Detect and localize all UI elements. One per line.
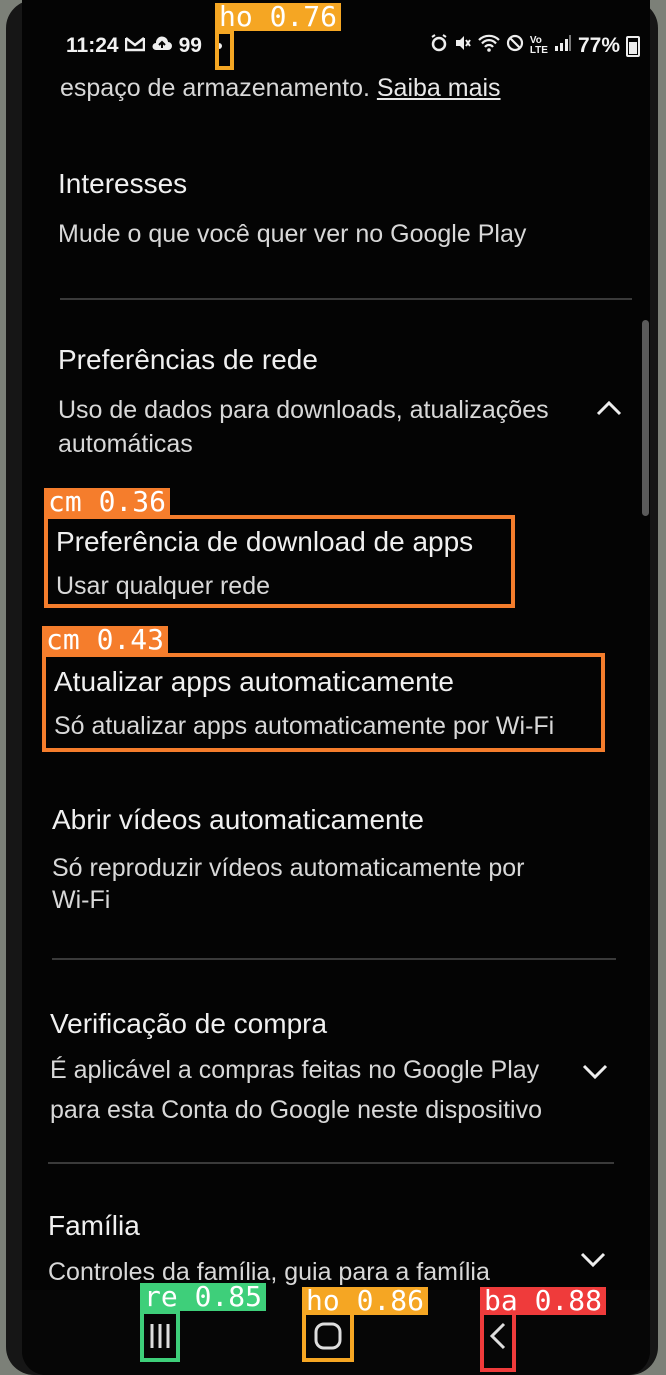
status-bar: 11:24 99 Vo LTE 77% xyxy=(22,34,650,66)
autoplay-videos-subtitle-line1: Só reproduzir vídeos automaticamente por xyxy=(52,854,525,882)
annotation-box-home xyxy=(302,1310,354,1362)
chevron-up-icon[interactable] xyxy=(594,394,624,424)
status-left: 11:24 99 xyxy=(66,34,222,58)
battery-percent: 77% xyxy=(577,34,620,57)
divider xyxy=(60,298,632,300)
purchase-verification-title: Verificação de compra xyxy=(50,1008,328,1039)
chevron-down-icon[interactable] xyxy=(578,1244,608,1274)
status-notification-count: 99 xyxy=(178,34,202,57)
annotation-label: cm 0.36 xyxy=(44,488,171,516)
annotation-box-download-preference xyxy=(44,515,515,608)
storage-text: espaço de armazenamento. xyxy=(60,74,370,102)
dnd-icon xyxy=(506,34,524,58)
storage-text-row: espaço de armazenamento. Saiba mais xyxy=(60,74,501,103)
annotation-box-auto-update xyxy=(42,653,605,752)
alarm-icon xyxy=(430,34,448,58)
divider xyxy=(48,1162,614,1164)
annotation-box-recents xyxy=(140,1310,180,1362)
chevron-down-icon[interactable] xyxy=(580,1056,610,1086)
network-preferences-subtitle-line1: Uso de dados para downloads, atualizaçõe… xyxy=(58,396,549,424)
autoplay-videos-subtitle-line2: Wi-Fi xyxy=(52,886,111,914)
network-preferences-item[interactable]: Preferências de rede Uso de dados para d… xyxy=(58,344,638,464)
cloud-upload-icon xyxy=(151,35,173,57)
family-title: Família xyxy=(48,1210,140,1241)
status-time: 11:24 xyxy=(66,34,119,57)
autoplay-videos-title: Abrir vídeos automaticamente xyxy=(52,804,424,835)
annotation-label: ba 0.88 xyxy=(480,1287,607,1315)
signal-icon xyxy=(554,34,572,58)
status-right: Vo LTE 77% xyxy=(430,34,640,58)
annotation-box-status-dot xyxy=(215,30,234,70)
interests-item[interactable]: Interesses Mude o que você quer ver no G… xyxy=(58,168,618,268)
interests-title: Interesses xyxy=(58,168,188,199)
interests-subtitle: Mude o que você quer ver no Google Play xyxy=(58,220,527,248)
annotation-label: re 0.85 xyxy=(140,1283,267,1311)
annotation-box-back xyxy=(480,1310,516,1372)
scrollbar[interactable] xyxy=(642,320,649,516)
annotation-label: cm 0.43 xyxy=(42,626,169,654)
annotation-label: ho 0.86 xyxy=(302,1287,429,1315)
gmail-icon xyxy=(124,36,145,57)
battery-icon xyxy=(626,35,640,57)
mute-icon xyxy=(454,34,472,58)
purchase-verification-subtitle-line1: É aplicável a compras feitas no Google P… xyxy=(50,1056,540,1084)
network-preferences-subtitle-line2: automáticas xyxy=(58,430,193,458)
wifi-icon xyxy=(478,34,500,58)
family-item[interactable]: Família Controles da família, guia para … xyxy=(48,1210,620,1290)
family-subtitle: Controles da família, guia para a famíli… xyxy=(48,1258,490,1286)
purchase-verification-item[interactable]: Verificação de compra É aplicável a comp… xyxy=(50,1008,622,1128)
learn-more-link[interactable]: Saiba mais xyxy=(377,74,501,102)
autoplay-videos-item[interactable]: Abrir vídeos automaticamente Só reproduz… xyxy=(52,804,612,924)
volte-icon: Vo LTE xyxy=(529,35,548,56)
divider xyxy=(52,958,616,960)
annotation-label: ho 0.76 xyxy=(215,3,342,31)
network-preferences-title: Preferências de rede xyxy=(58,344,318,375)
purchase-verification-subtitle-line2: para esta Conta do Google neste disposit… xyxy=(50,1096,542,1124)
